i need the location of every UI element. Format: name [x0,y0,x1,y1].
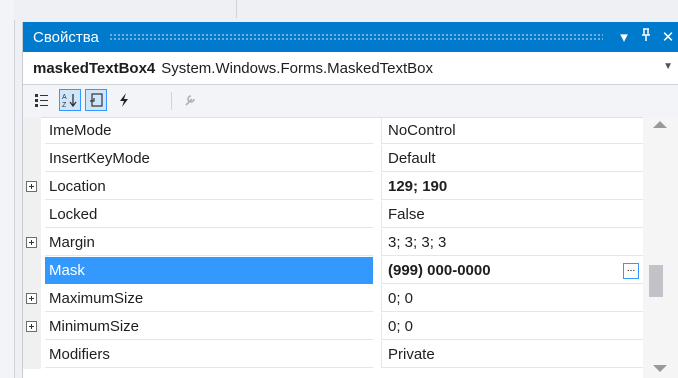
property-name: Margin [45,229,373,256]
svg-text:A: A [62,94,67,101]
property-row-modifiers[interactable]: Modifiers Private [23,341,643,369]
expand-icon[interactable] [26,321,37,332]
property-name: MaximumSize [45,285,373,312]
categorized-icon[interactable] [31,89,53,111]
property-row-insertkeymode[interactable]: InsertKeyMode Default [23,145,643,173]
property-grid: ImeMode NoControl InsertKeyMode Default … [23,117,678,378]
property-row-locked[interactable]: Locked False [23,201,643,229]
property-name: MinimumSize [45,313,373,340]
properties-icon[interactable] [85,89,107,111]
property-name: Mask [45,257,373,284]
object-name: maskedTextBox4 [33,59,156,77]
scroll-up-icon[interactable] [653,121,667,128]
expand-icon[interactable] [26,237,37,248]
property-value[interactable]: (999) 000-0000 [381,257,643,284]
pin-icon[interactable] [635,28,657,46]
window-menu-dropdown-icon[interactable]: ▾ [613,28,635,46]
property-row-imemode[interactable]: ImeMode NoControl [23,117,643,145]
object-selector-dropdown-icon[interactable]: ▼ [663,61,673,72]
row-gutter [23,117,41,145]
property-value[interactable]: 0; 0 [381,285,643,312]
scroll-thumb[interactable] [649,265,663,297]
object-selector[interactable]: maskedTextBox4 System.Windows.Forms.Mask… [23,52,678,85]
top-document-strip [14,0,678,20]
property-value[interactable]: False [381,201,643,228]
property-value[interactable]: 3; 3; 3; 3 [381,229,643,256]
property-row-minimumsize[interactable]: MinimumSize 0; 0 [23,313,643,341]
property-name: Locked [45,201,373,228]
property-name: Modifiers [45,341,373,368]
properties-toolbar: A Z [23,85,678,118]
object-type: System.Windows.Forms.MaskedTextBox [161,59,434,77]
row-gutter [23,201,41,229]
close-icon[interactable]: ✕ [657,28,678,46]
row-gutter [23,313,41,341]
scroll-down-icon[interactable] [653,365,667,372]
drag-grip[interactable] [108,33,603,41]
row-gutter [23,229,41,257]
property-row-mask[interactable]: Mask (999) 000-0000 ... [23,257,643,285]
row-gutter [23,257,41,285]
property-pages-icon[interactable] [179,89,201,111]
window-title: Свойства [33,28,99,46]
property-value[interactable]: Private [381,341,643,368]
property-row-location[interactable]: Location 129; 190 [23,173,643,201]
alphabetical-icon[interactable]: A Z [59,89,81,111]
property-value[interactable]: 129; 190 [381,173,643,200]
properties-window: Свойства ▾ ✕ maskedTextBox4 System.Windo… [22,22,678,378]
vertical-scrollbar[interactable] [643,117,678,378]
properties-titlebar[interactable]: Свойства ▾ ✕ [23,22,678,52]
property-value[interactable]: NoControl [381,117,643,144]
expand-icon[interactable] [26,181,37,192]
ellipsis-button[interactable]: ... [623,263,639,279]
svg-text:Z: Z [62,102,67,108]
row-gutter [23,341,41,369]
events-icon[interactable] [113,89,135,111]
left-dock-strip [0,0,15,378]
row-gutter [23,173,41,201]
property-row-maximumsize[interactable]: MaximumSize 0; 0 [23,285,643,313]
property-name: Location [45,173,373,200]
row-gutter [23,145,41,173]
property-name: ImeMode [45,117,373,144]
expand-icon[interactable] [26,293,37,304]
property-row-margin[interactable]: Margin 3; 3; 3; 3 [23,229,643,257]
property-value[interactable]: Default [381,145,643,172]
row-gutter [23,285,41,313]
property-name: InsertKeyMode [45,145,373,172]
toolbar-separator [171,92,172,110]
property-value[interactable]: 0; 0 [381,313,643,340]
